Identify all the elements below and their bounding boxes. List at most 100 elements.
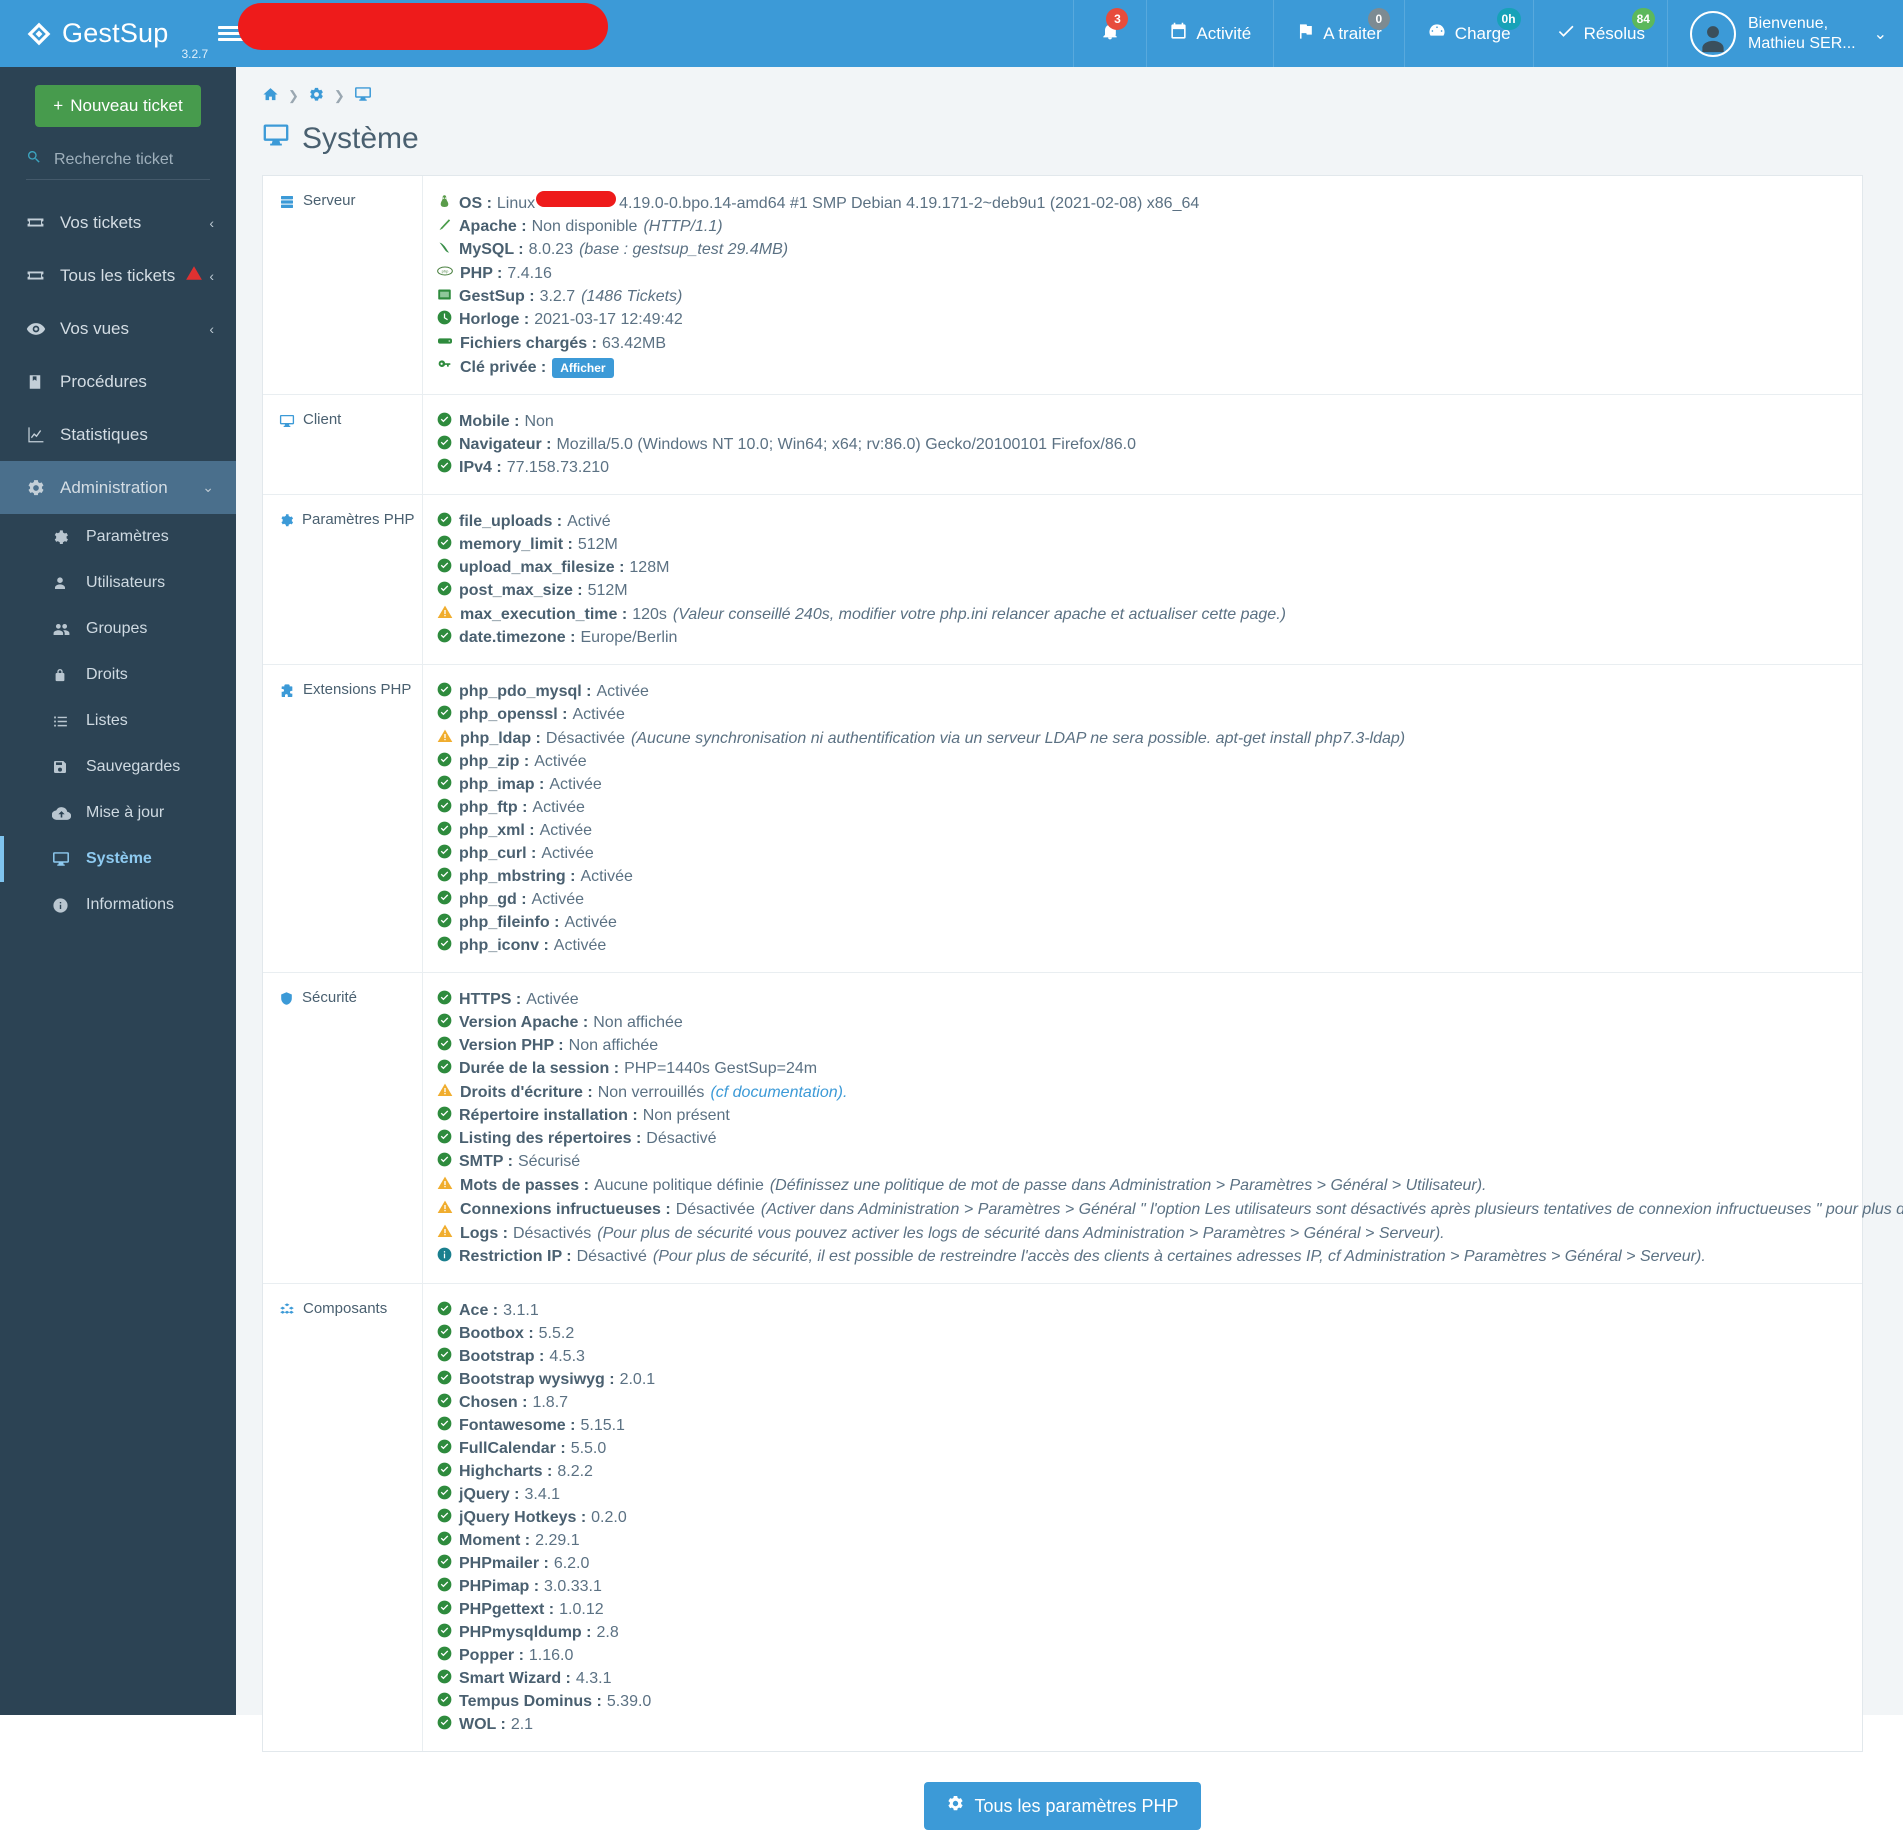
info-note: (Pour plus de sécurité vous pouvez activ… bbox=[597, 1225, 1445, 1242]
info-value-2: 4.19.0-0.bpo.14-amd64 #1 SMP Debian 4.19… bbox=[619, 195, 1200, 212]
gears-icon bbox=[946, 1794, 965, 1818]
sidebar-item-mise-a-jour[interactable]: Mise à jour bbox=[0, 790, 236, 836]
info-line: HTTPS : Activée bbox=[437, 988, 1903, 1011]
user-menu[interactable]: Bienvenue, Mathieu SER... ⌄ bbox=[1666, 0, 1903, 67]
ok bbox=[437, 1393, 452, 1414]
system-panel: Serveur OS : Linux 4.19.0-0.bpo.14-amd64 #1… bbox=[262, 175, 1903, 1752]
info-value: Non affichée bbox=[568, 1037, 659, 1054]
info-line: Navigateur : Mozilla/5.0 (Windows NT 10.0… bbox=[437, 433, 1862, 456]
all-php-settings-button[interactable]: Tous les paramètres PHP bbox=[924, 1782, 1201, 1830]
ok bbox=[437, 512, 452, 533]
info-line: Répertoire installation : Non présent bbox=[437, 1104, 1903, 1127]
brand-version: 3.2.7 bbox=[181, 47, 209, 61]
info-label: PHPgettext : bbox=[459, 1601, 555, 1618]
resolus-button[interactable]: 84 Résolus bbox=[1532, 0, 1667, 67]
info-label: Clé privée : bbox=[460, 359, 547, 376]
info-label: PHPmailer : bbox=[459, 1555, 549, 1572]
mysql-icon bbox=[437, 240, 452, 261]
section-label: Extensions PHP bbox=[263, 665, 423, 972]
info-line: Ace :3.1.1 bbox=[437, 1299, 1862, 1322]
chevron-left-icon[interactable]: ‹ bbox=[209, 268, 214, 284]
ok bbox=[437, 1462, 452, 1483]
notifications-badge: 3 bbox=[1106, 8, 1129, 30]
info-label: php_ftp : bbox=[459, 799, 528, 816]
sidebar-item-groupes[interactable]: Groupes bbox=[0, 606, 236, 652]
sidebar-item-vos-vues[interactable]: Vos vues ‹ bbox=[0, 302, 236, 355]
chevron-left-icon[interactable]: ‹ bbox=[209, 321, 214, 337]
chevron-left-icon[interactable]: ‹ bbox=[209, 215, 214, 231]
ok bbox=[437, 1577, 452, 1598]
info-value: Désactivée bbox=[675, 1201, 755, 1218]
info-value: 8.0.23 bbox=[528, 241, 574, 258]
sidebar-item-sauvegardes[interactable]: Sauvegardes bbox=[0, 744, 236, 790]
info-value: 0.2.0 bbox=[591, 1509, 627, 1526]
info-label: Apache : bbox=[459, 218, 527, 235]
home-icon[interactable] bbox=[262, 86, 279, 107]
apache-icon bbox=[437, 217, 452, 238]
cloud-upload-icon bbox=[52, 804, 86, 823]
breadcrumb: ❯ ❯ bbox=[262, 85, 1863, 107]
info-line: Moment :2.29.1 bbox=[437, 1529, 1862, 1552]
info-value: PHP=1440s GestSup=24m bbox=[624, 1060, 818, 1077]
sidebar-item-statistiques[interactable]: Statistiques bbox=[0, 408, 236, 461]
info-line: FullCalendar :5.5.0 bbox=[437, 1437, 1862, 1460]
sidebar-item-systeme[interactable]: Système bbox=[0, 836, 236, 882]
info-value: 4.3.1 bbox=[575, 1670, 612, 1687]
ok bbox=[437, 1531, 452, 1552]
sidebar-item-vos-tickets[interactable]: Vos tickets ‹ bbox=[0, 196, 236, 249]
page-title: Système bbox=[262, 121, 1863, 157]
cubes-icon bbox=[279, 1300, 295, 1322]
info-line: php_pdo_mysql : Activée bbox=[437, 680, 1862, 703]
sidebar-item-parametres[interactable]: Paramètres bbox=[0, 514, 236, 560]
top-nav: 3 Activité 0 A traiter 0h Charge 84 Réso… bbox=[1073, 0, 1903, 67]
charge-button[interactable]: 0h Charge bbox=[1403, 0, 1533, 67]
a-traiter-button[interactable]: 0 A traiter bbox=[1273, 0, 1404, 67]
sidebar-item-administration[interactable]: Administration ⌄ bbox=[0, 461, 236, 514]
info-label: php_ldap : bbox=[460, 730, 541, 747]
check-icon bbox=[1556, 21, 1576, 46]
info-note[interactable]: (cf documentation). bbox=[710, 1082, 847, 1103]
ok bbox=[437, 1416, 452, 1437]
sidebar-item-informations[interactable]: Informations bbox=[0, 882, 236, 928]
info-line: MySQL :8.0.23 (base : gestsup_test 29.4MB… bbox=[437, 238, 1862, 261]
info-value: Activée bbox=[564, 914, 617, 931]
info-value: Désactivés bbox=[513, 1225, 592, 1242]
info-label: upload_max_filesize : bbox=[459, 559, 625, 576]
sidebar-item-droits[interactable]: Droits bbox=[0, 652, 236, 698]
activite-button[interactable]: Activité bbox=[1146, 0, 1273, 67]
sidebar-item-label: Sauvegardes bbox=[86, 758, 181, 775]
new-ticket-button[interactable]: + Nouveau ticket bbox=[35, 85, 201, 127]
sidebar-item-tous-les-tickets[interactable]: Tous les tickets ‹ bbox=[0, 249, 236, 302]
ok bbox=[437, 1013, 452, 1034]
puzzle-icon bbox=[279, 681, 295, 703]
info-value: 3.1.1 bbox=[503, 1302, 539, 1319]
clock-icon bbox=[437, 310, 452, 331]
sidebar-item-label: Système bbox=[86, 850, 152, 867]
section-label: Sécurité bbox=[263, 973, 423, 1283]
search-box[interactable] bbox=[26, 149, 210, 180]
notifications-button[interactable]: 3 bbox=[1073, 0, 1146, 67]
warn bbox=[437, 728, 453, 750]
sidebar-item-utilisateurs[interactable]: Utilisateurs bbox=[0, 560, 236, 606]
show-private-key-button[interactable]: Afficher bbox=[552, 358, 614, 378]
list-icon bbox=[52, 713, 86, 730]
info-value: Activée bbox=[596, 683, 649, 700]
search-input[interactable] bbox=[52, 149, 210, 170]
info-line: max_execution_time :120s (Valeur conseill… bbox=[437, 602, 1862, 626]
section-extensions-php: Extensions PHP php_pdo_mysql : Activée php_… bbox=[263, 665, 1862, 973]
info-label: IPv4 : bbox=[459, 459, 502, 476]
svg-text:php: php bbox=[442, 269, 449, 274]
user-icon bbox=[52, 575, 86, 591]
brand[interactable]: GestSup 3.2.7 bbox=[0, 0, 245, 67]
desktop-icon[interactable] bbox=[354, 85, 372, 107]
info-label: Version Apache : bbox=[459, 1014, 589, 1031]
ok bbox=[437, 1600, 452, 1621]
info-label: Restriction IP : bbox=[459, 1248, 572, 1265]
info-line: Mots de passes : Aucune politique définie… bbox=[437, 1173, 1903, 1197]
gears-icon[interactable] bbox=[308, 86, 325, 107]
chevron-down-icon[interactable]: ⌄ bbox=[1874, 24, 1887, 44]
sidebar-item-listes[interactable]: Listes bbox=[0, 698, 236, 744]
sidebar-item-procedures[interactable]: Procédures bbox=[0, 355, 236, 408]
chevron-down-icon[interactable]: ⌄ bbox=[202, 479, 214, 496]
info-value: 4.5.3 bbox=[549, 1348, 585, 1365]
